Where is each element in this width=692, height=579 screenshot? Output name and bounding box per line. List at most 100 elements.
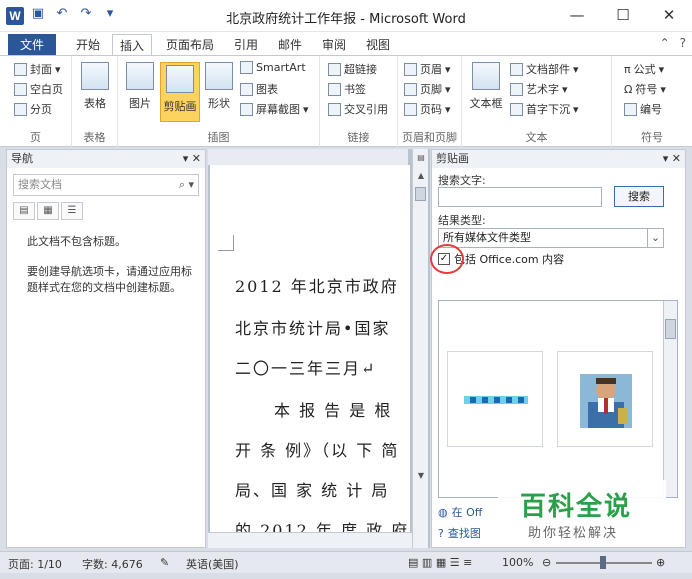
quick-access-toolbar: ▣ ↶ ↷ ▾ [30,6,118,21]
doc-line[interactable]: 开 条 例》（以 下 简 [235,437,399,461]
textbox-icon [472,62,500,90]
table-button[interactable]: 表格 [80,62,110,111]
tab-view[interactable]: 视图 [360,34,396,56]
document-page[interactable]: 2012 年北京市政府 北京市统计局•国家 二〇一三年三月↵ 本 报 告 是 根… [210,165,410,545]
group-header-footer: 页眉 ▾ 页脚 ▾ 页码 ▾ 页眉和页脚 [398,56,462,147]
clip-menu-icon[interactable]: ▾ [663,152,669,165]
page-number-button[interactable]: 页码 ▾ [404,101,451,117]
pane-menu-icon[interactable]: ▾ [183,152,189,165]
results-view-tab[interactable]: ☰ [61,202,83,220]
document-area: 2012 年北京市政府 北京市统计局•国家 二〇一三年三月↵ 本 报 告 是 根… [208,149,430,548]
tab-file[interactable]: 文件 [8,34,56,56]
footer-button[interactable]: 页脚 ▾ [404,81,451,97]
clipart-pane-title: 剪贴画 [436,152,469,165]
save-icon[interactable]: ▣ [30,6,46,21]
clipart-result-thumbnail[interactable] [557,351,653,447]
vertical-scrollbar[interactable]: ▤ ▲ ▼ [412,149,428,548]
bookmark-button[interactable]: 书签 [328,81,366,97]
tab-home[interactable]: 开始 [66,34,110,56]
textbox-button[interactable]: 文本框 [466,62,506,111]
scroll-down-icon[interactable]: ▼ [413,471,429,480]
help-icon[interactable]: ? [680,36,686,50]
chevron-down-icon[interactable]: ⌄ [647,229,663,247]
zoom-level[interactable]: 100% [502,556,533,569]
ribbon-collapse-icon[interactable]: ⌃ [660,36,670,50]
tab-page-layout[interactable]: 页面布局 [160,34,220,56]
number-button[interactable]: 编号 [624,101,662,117]
hyperlink-button[interactable]: 超链接 [328,61,377,77]
clipart-search-button[interactable]: 搜索 [614,186,664,207]
clipart-result-thumbnail[interactable] [447,351,543,447]
close-button[interactable]: ✕ [646,0,692,30]
outline-icon[interactable]: ☰ [450,556,460,569]
doc-line[interactable]: 本 报 告 是 根 [274,397,392,421]
chart-button[interactable]: 图表 [240,81,278,97]
tab-references[interactable]: 引用 [228,34,264,56]
clip-close-icon[interactable]: ✕ [672,152,681,165]
group-label-symbols: 符号 [641,131,663,144]
zoom-out-icon[interactable]: ⊖ [542,556,551,569]
zoom-slider-handle[interactable] [600,556,606,569]
word-app-icon[interactable]: W [6,7,24,25]
proofing-icon[interactable]: ✎ [160,556,169,569]
search-icon[interactable]: ⌕ ▾ [179,175,194,195]
ruler-toggle-icon[interactable]: ▤ [413,153,429,162]
minimize-button[interactable]: — [554,0,600,30]
equation-button[interactable]: π 公式 ▾ [624,61,664,77]
clipart-button[interactable]: 剪贴画 [160,62,200,122]
results-scroll-thumb[interactable] [665,319,676,339]
group-pages: 封面 ▾ 空白页 分页 页 [0,56,72,147]
blank-page-icon [14,82,27,96]
smartart-button[interactable]: SmartArt [240,61,306,74]
office-link[interactable]: ◍ 在 Off [438,504,482,520]
tab-mailings[interactable]: 邮件 [272,34,308,56]
doc-line[interactable]: 2012 年北京市政府 [235,273,399,297]
scroll-thumb[interactable] [415,187,426,201]
tab-review[interactable]: 审阅 [316,34,352,56]
headings-view-tab[interactable]: ▤ [13,202,35,220]
doc-line[interactable]: 局、国 家 统 计 局 [235,477,389,501]
pane-close-icon[interactable]: ✕ [192,152,201,165]
wordart-button[interactable]: 艺术字 ▾ [510,81,568,97]
pages-view-tab[interactable]: ▦ [37,202,59,220]
redo-icon[interactable]: ↷ [78,6,94,21]
customize-icon[interactable]: ▾ [102,6,118,21]
zoom-in-icon[interactable]: ⊕ [656,556,665,569]
shapes-icon [205,62,233,90]
word-count[interactable]: 字数: 4,676 [82,556,143,572]
language-indicator[interactable]: 英语(美国) [186,556,239,572]
picture-button[interactable]: 图片 [124,62,156,111]
find-images-link[interactable]: ? 查找图 [438,525,481,541]
full-screen-icon[interactable]: ▥ [422,556,432,569]
clipart-search-input[interactable] [438,187,602,207]
maximize-button[interactable]: ☐ [600,0,646,30]
drop-cap-button[interactable]: 首字下沉 ▾ [510,101,579,117]
nav-search-input[interactable]: 搜索文档 ⌕ ▾ [13,174,199,196]
scroll-up-icon[interactable]: ▲ [413,171,429,180]
footer-icon [404,82,417,96]
web-layout-icon[interactable]: ▦ [436,556,446,569]
undo-icon[interactable]: ↶ [54,6,70,21]
screenshot-button[interactable]: 屏幕截图 ▾ [240,101,309,117]
blank-page-button[interactable]: 空白页 [14,81,63,97]
result-type-select[interactable]: 所有媒体文件类型 ⌄ [438,228,664,248]
page-break-icon [14,102,27,116]
shapes-button[interactable]: 形状 [204,62,234,111]
horizontal-scrollbar[interactable] [208,532,412,548]
group-links: 超链接 书签 交叉引用 链接 [320,56,398,147]
result-type-label: 结果类型: [438,214,486,227]
cross-reference-button[interactable]: 交叉引用 [328,101,388,117]
doc-line[interactable]: 二〇一三年三月↵ [235,355,376,379]
symbol-button[interactable]: Ω 符号 ▾ [624,81,666,97]
page-count[interactable]: 页面: 1/10 [8,556,62,572]
page-break-button[interactable]: 分页 [14,101,52,117]
doc-line[interactable]: 北京市统计局•国家 [235,315,390,339]
tab-insert[interactable]: 插入 [112,34,152,57]
draft-icon[interactable]: ≡ [463,556,472,569]
print-layout-icon[interactable]: ▤ [408,556,418,569]
results-scrollbar[interactable] [663,301,677,497]
cover-page-button[interactable]: 封面 ▾ [14,61,61,77]
table-icon [81,62,109,90]
header-button[interactable]: 页眉 ▾ [404,61,451,77]
quick-parts-button[interactable]: 文档部件 ▾ [510,61,579,77]
